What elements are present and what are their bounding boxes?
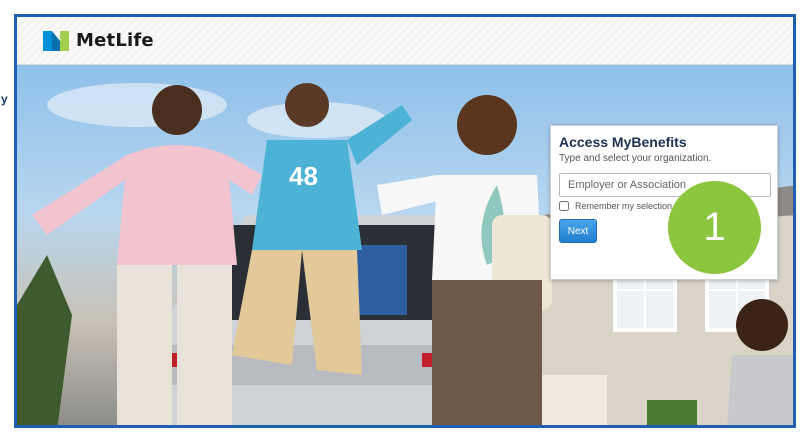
side-fragment-text: y (1, 92, 8, 106)
card-subtitle: Type and select your organization. (559, 153, 712, 164)
next-button[interactable]: Next (559, 219, 597, 243)
remember-selection-label: Remember my selection (575, 201, 673, 211)
screenshot-frame: MetLife 48 Access MyBenefits Type and se… (14, 14, 796, 428)
metlife-logo-icon (43, 30, 69, 51)
step-number-badge: 1 (668, 181, 761, 274)
jersey-number: 48 (289, 161, 318, 191)
remember-selection-checkbox[interactable] (559, 201, 569, 211)
site-header: MetLife (17, 17, 793, 65)
metlife-logo[interactable]: MetLife (43, 30, 154, 51)
brand-name: MetLife (76, 30, 154, 51)
card-title: Access MyBenefits (559, 134, 687, 150)
